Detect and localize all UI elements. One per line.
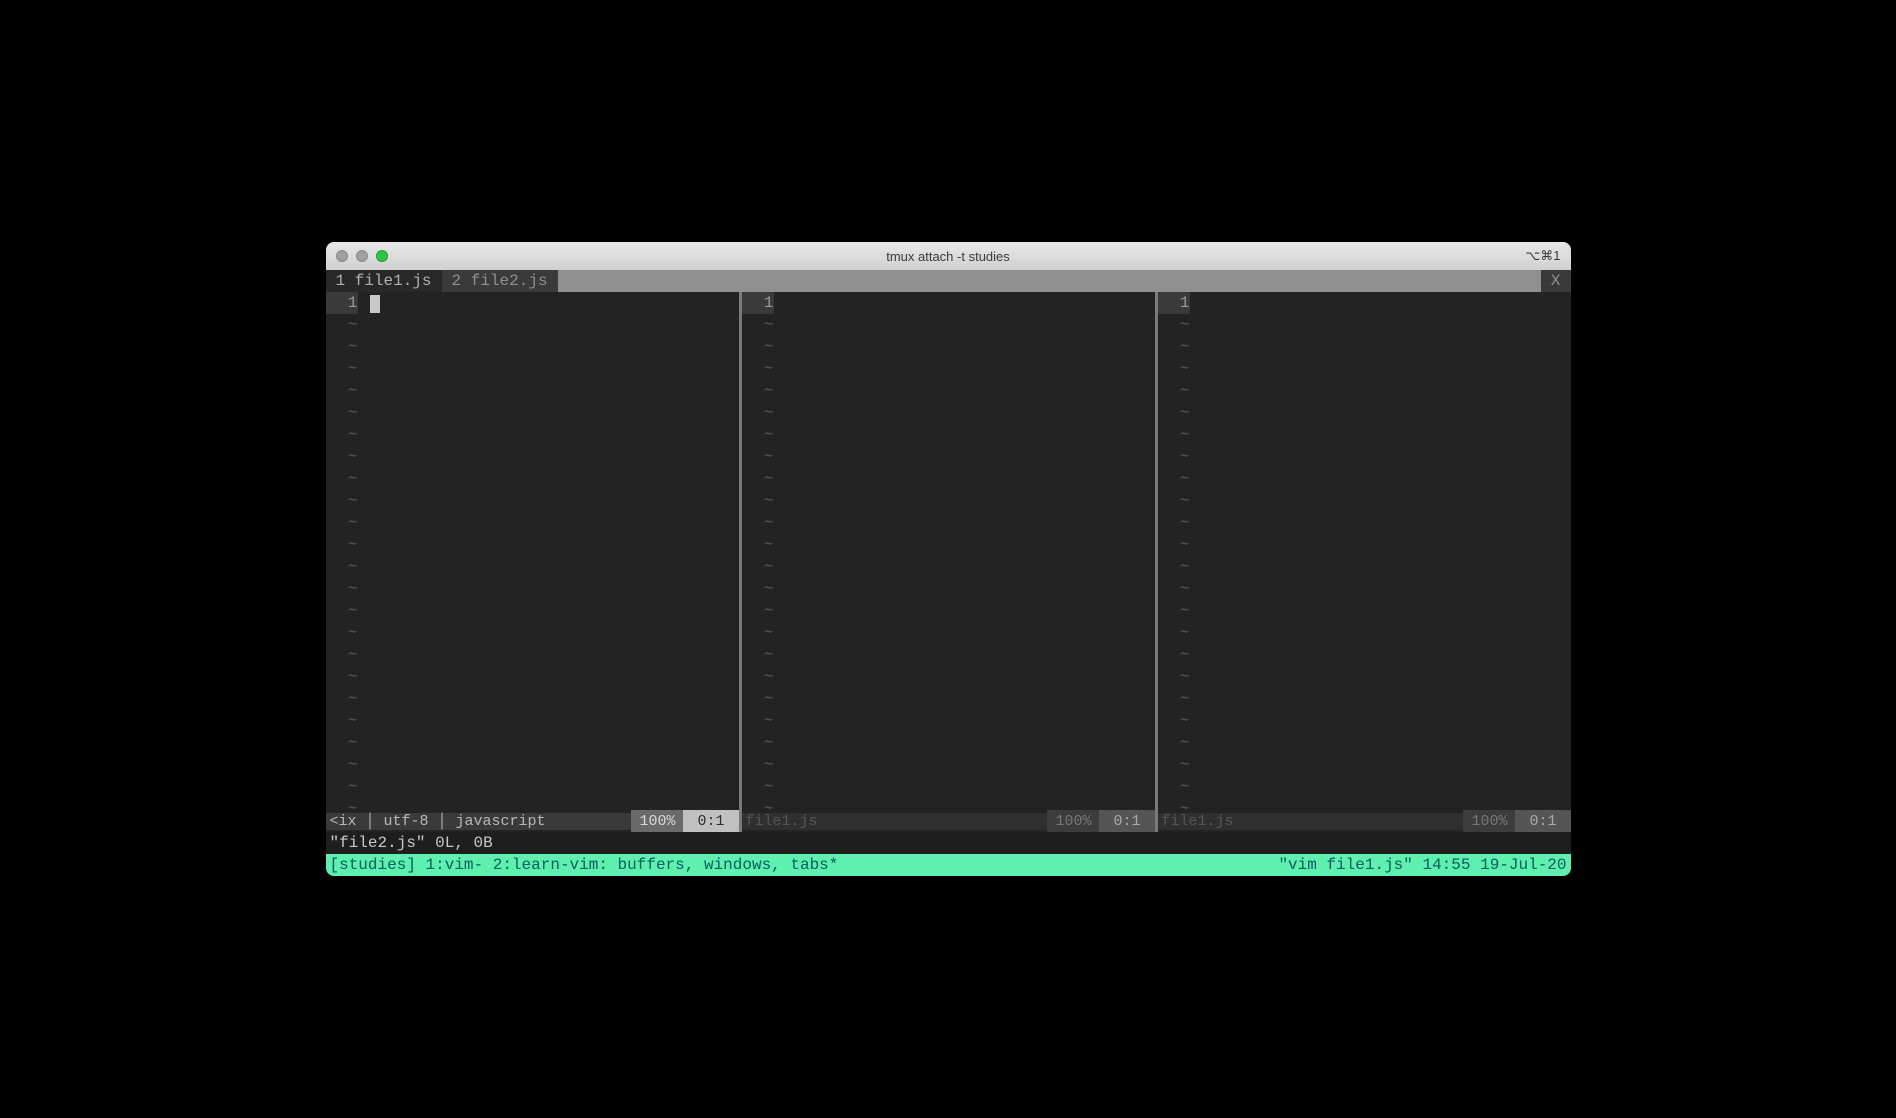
tab-label: file1.js: [355, 272, 432, 290]
statusline-position: 0:1: [1099, 810, 1154, 832]
tmux-statusline: [studies] 1:vim- 2:learn-vim: buffers, w…: [326, 854, 1571, 876]
tabline-close[interactable]: X: [1541, 270, 1571, 292]
statusline: file1.js 100% 0:1: [1158, 810, 1571, 832]
vim-tabline: 1 file1.js 2 file2.js X: [326, 270, 1571, 292]
tilde-column: ~~~~~~~~~~~~~~~~~~~~~~~: [742, 314, 774, 810]
window-title: tmux attach -t studies: [886, 249, 1010, 264]
line-gutter: 1 ~~~~~~~~~~~~~~~~~~~~~~~: [326, 292, 366, 810]
editor-content[interactable]: 1 ~~~~~~~~~~~~~~~~~~~~~~~: [1158, 292, 1571, 810]
statusline-left: <ix │ utf-8 │ javascript: [326, 813, 632, 830]
line-number: 1: [742, 292, 774, 314]
editor-content[interactable]: 1 ~~~~~~~~~~~~~~~~~~~~~~~: [742, 292, 1155, 810]
tmux-status-left: [studies] 1:vim- 2:learn-vim: buffers, w…: [330, 856, 1279, 874]
tab-file1[interactable]: 1 file1.js: [326, 270, 442, 292]
tab-file2[interactable]: 2 file2.js: [442, 270, 558, 292]
statusline-left: file1.js: [1158, 813, 1464, 830]
split-pane-3[interactable]: 1 ~~~~~~~~~~~~~~~~~~~~~~~ file1.js 100% …: [1155, 292, 1571, 832]
line-number: 1: [326, 292, 358, 314]
split-pane-1[interactable]: 1 ~~~~~~~~~~~~~~~~~~~~~~~ <ix │ utf-8 │ …: [326, 292, 739, 832]
traffic-lights: [336, 250, 388, 262]
tab-index: 1: [336, 272, 346, 290]
close-button[interactable]: [336, 250, 348, 262]
statusline-position: 0:1: [1515, 810, 1570, 832]
maximize-button[interactable]: [376, 250, 388, 262]
statusline-percent: 100%: [1463, 810, 1515, 832]
tab-index: 2: [452, 272, 462, 290]
editor-content[interactable]: 1 ~~~~~~~~~~~~~~~~~~~~~~~: [326, 292, 739, 810]
line-gutter: 1 ~~~~~~~~~~~~~~~~~~~~~~~: [1158, 292, 1198, 810]
terminal-window: tmux attach -t studies ⌥⌘1 1 file1.js 2 …: [326, 242, 1571, 876]
statusline-left: file1.js: [742, 813, 1048, 830]
line-number: 1: [1158, 292, 1190, 314]
cursor: [370, 295, 380, 313]
statusline-percent: 100%: [1047, 810, 1099, 832]
statusline-percent: 100%: [631, 810, 683, 832]
vim-commandline[interactable]: "file2.js" 0L, 0B: [326, 832, 1571, 854]
tmux-status-right: "vim file1.js" 14:55 19-Jul-20: [1278, 856, 1566, 874]
statusline: <ix │ utf-8 │ javascript 100% 0:1: [326, 810, 739, 832]
buffer-area[interactable]: [366, 292, 739, 810]
buffer-area[interactable]: [1198, 292, 1571, 810]
vim-splits: 1 ~~~~~~~~~~~~~~~~~~~~~~~ <ix │ utf-8 │ …: [326, 292, 1571, 832]
buffer-area[interactable]: [782, 292, 1155, 810]
window-shortcut: ⌥⌘1: [1525, 248, 1560, 264]
line-gutter: 1 ~~~~~~~~~~~~~~~~~~~~~~~: [742, 292, 782, 810]
tab-label: file2.js: [471, 272, 548, 290]
statusline: file1.js 100% 0:1: [742, 810, 1155, 832]
split-pane-2[interactable]: 1 ~~~~~~~~~~~~~~~~~~~~~~~ file1.js 100% …: [739, 292, 1155, 832]
statusline-position: 0:1: [683, 810, 738, 832]
tilde-column: ~~~~~~~~~~~~~~~~~~~~~~~: [326, 314, 358, 810]
minimize-button[interactable]: [356, 250, 368, 262]
tilde-column: ~~~~~~~~~~~~~~~~~~~~~~~: [1158, 314, 1190, 810]
titlebar[interactable]: tmux attach -t studies ⌥⌘1: [326, 242, 1571, 270]
tabline-fill: [558, 270, 1541, 292]
